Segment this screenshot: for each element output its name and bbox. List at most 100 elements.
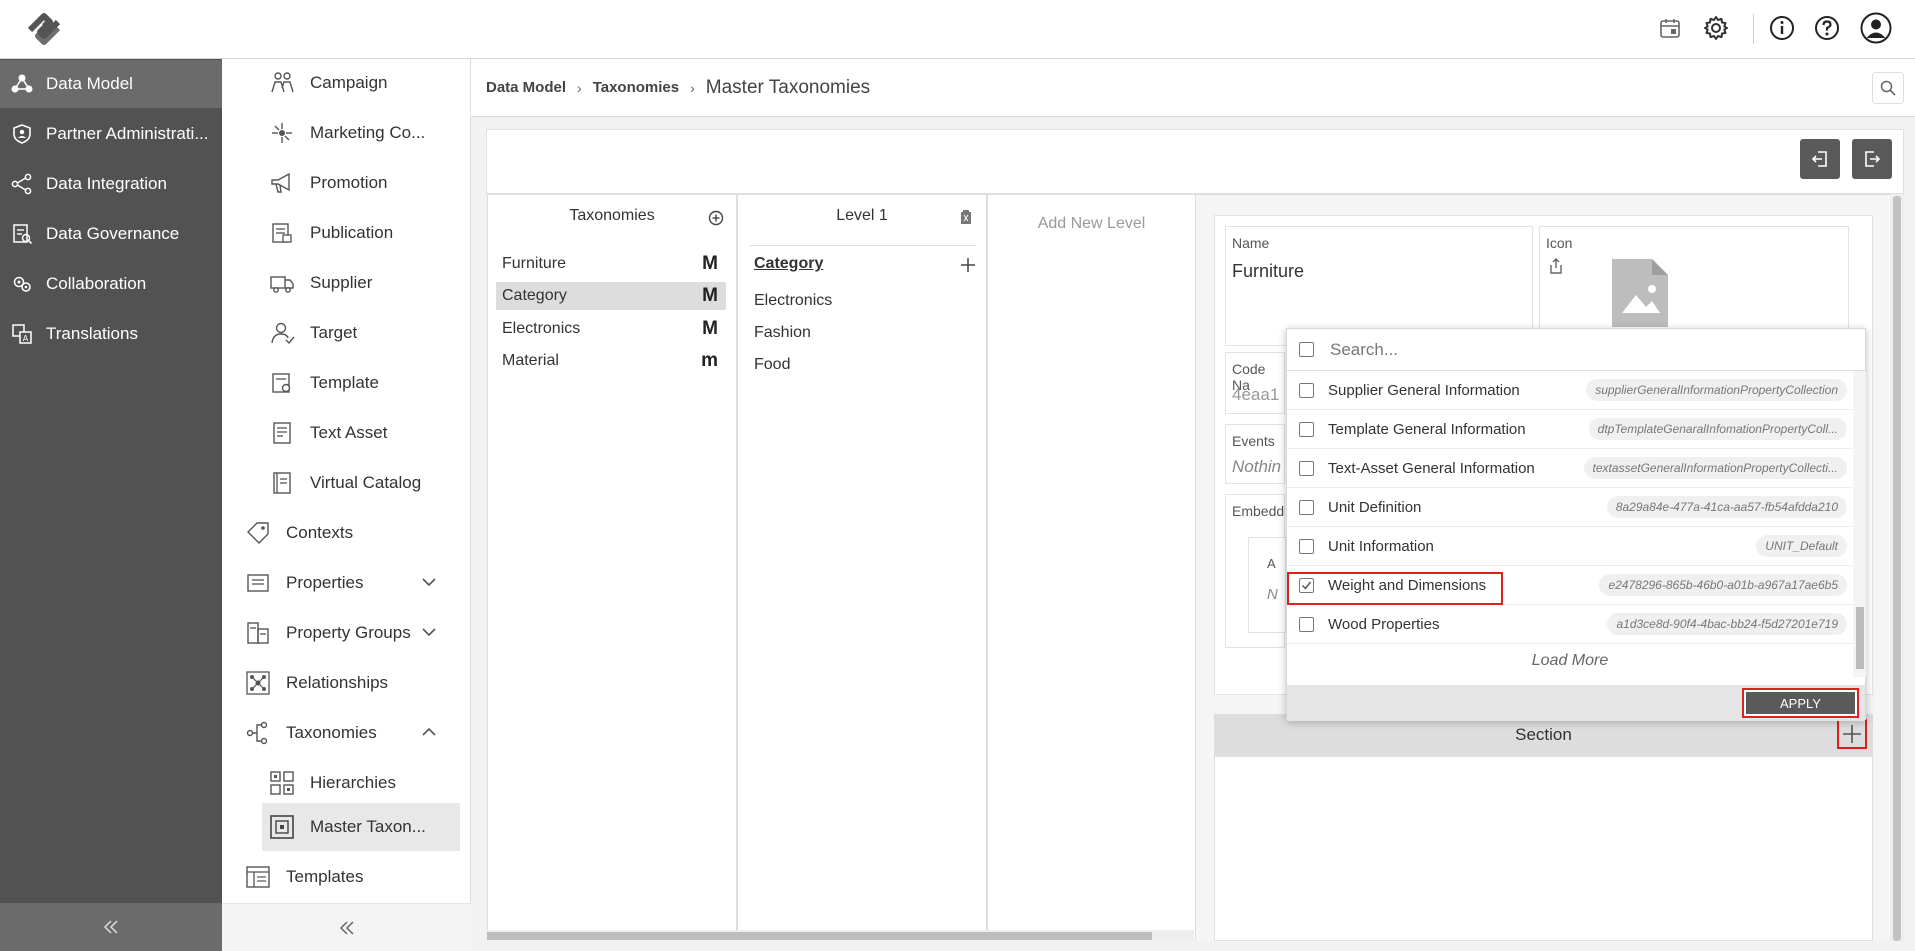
subnav-item-template[interactable]: Template	[268, 359, 379, 407]
user-avatar-icon[interactable]	[1858, 10, 1894, 46]
chevron-up-icon[interactable]	[421, 724, 437, 740]
level1-category-link[interactable]: Category	[754, 255, 823, 273]
taxonomy-item-furniture[interactable]: Furniture M	[496, 250, 726, 278]
subnav-item-campaign[interactable]: Campaign	[268, 59, 388, 107]
sidebar-item-partner-administration[interactable]: Partner Administrati...	[0, 110, 222, 158]
dropdown-search	[1287, 329, 1865, 371]
subnav-item-properties[interactable]: Properties	[244, 559, 449, 607]
plus-icon	[1842, 724, 1862, 744]
subnav-item-contexts[interactable]: Contexts	[244, 509, 353, 557]
info-icon[interactable]	[1764, 10, 1800, 46]
gear-icon[interactable]	[1698, 10, 1734, 46]
catalog-icon	[268, 469, 296, 497]
level1-item-food[interactable]: Food	[754, 356, 790, 374]
taxonomy-item-electronics[interactable]: Electronics M	[496, 315, 726, 343]
collapse-sidebar-button[interactable]	[0, 903, 222, 951]
add-taxonomy-icon[interactable]	[708, 210, 724, 226]
option-checkbox[interactable]	[1299, 616, 1314, 632]
name-value: Furniture	[1232, 261, 1305, 281]
apply-button[interactable]: APPLY	[1742, 688, 1859, 718]
page-title: Master Taxonomies	[705, 76, 871, 98]
load-more-button[interactable]: Load More	[1287, 643, 1853, 679]
breadcrumb-data-model[interactable]: Data Model	[486, 79, 566, 96]
option-code: e2478296-865b-46b0-a01b-a967a17ae6b5	[1599, 574, 1847, 596]
dropdown-option-wood-properties[interactable]: Wood Properties a1d3ce8d-90f4-4bac-bb24-…	[1287, 605, 1853, 644]
events-label: Events	[1232, 433, 1275, 449]
subnav-item-property-groups[interactable]: Property Groups	[244, 609, 449, 657]
app-logo-icon[interactable]	[20, 8, 68, 50]
master-taxonomy-icon	[268, 813, 296, 841]
option-checkbox-checked[interactable]	[1299, 577, 1314, 593]
option-checkbox[interactable]	[1299, 382, 1314, 398]
breadcrumb-separator: ›	[577, 79, 582, 96]
scrollbar-thumb[interactable]	[1893, 196, 1901, 941]
subnav-item-marketing[interactable]: Marketing Co...	[268, 109, 425, 157]
hierarchies-icon	[268, 769, 296, 797]
option-checkbox[interactable]	[1299, 538, 1314, 554]
sidebar-item-data-integration[interactable]: Data Integration	[0, 160, 222, 208]
subnav-item-templates[interactable]: Templates	[244, 853, 363, 901]
option-name: Wood Properties	[1328, 615, 1440, 633]
dropdown-option-text-asset-general[interactable]: Text-Asset General Information textasset…	[1287, 449, 1853, 488]
search-button[interactable]	[1872, 72, 1904, 104]
dropdown-option-unit-information[interactable]: Unit Information UNIT_Default	[1287, 527, 1853, 566]
import-button[interactable]	[1800, 139, 1840, 179]
dropdown-option-unit-definition[interactable]: Unit Definition 8a29a84e-477a-41ca-aa57-…	[1287, 488, 1853, 527]
property-groups-icon	[244, 619, 272, 647]
subnav-item-supplier[interactable]: Supplier	[268, 259, 372, 307]
subnav-item-master-taxonomies[interactable]: Master Taxon...	[262, 803, 460, 851]
subnav-item-text-asset[interactable]: Text Asset	[268, 409, 387, 457]
events-field[interactable]: Events Nothin	[1225, 424, 1285, 484]
collapse-subnav-button[interactable]	[222, 903, 471, 951]
subnav-item-taxonomies[interactable]: Taxonomies	[244, 709, 449, 757]
subnav-item-hierarchies[interactable]: Hierarchies	[268, 759, 396, 807]
embedded-inner-label: A	[1267, 556, 1276, 571]
subnav-item-label: Virtual Catalog	[310, 473, 422, 492]
property-collection-dropdown: Supplier General Information supplierGen…	[1286, 328, 1866, 721]
dropdown-option-template-general[interactable]: Template General Information dtpTemplate…	[1287, 410, 1853, 449]
subnav-item-relationships[interactable]: Relationships	[244, 659, 388, 707]
subnav-item-label: Target	[310, 323, 358, 342]
scrollbar-thumb[interactable]	[487, 932, 1152, 940]
chevron-down-icon[interactable]	[421, 624, 437, 640]
image-placeholder-icon	[1610, 257, 1670, 329]
sidebar-item-collaboration[interactable]: Collaboration	[0, 260, 222, 308]
import-icon	[1810, 149, 1830, 169]
sidebar-item-data-governance[interactable]: Data Governance	[0, 210, 222, 258]
sidebar-item-translations[interactable]: A Translations	[0, 310, 222, 358]
subnav-item-target[interactable]: Target	[268, 309, 357, 357]
breadcrumb-taxonomies[interactable]: Taxonomies	[593, 79, 679, 96]
taxonomy-item-material[interactable]: Material m	[496, 347, 726, 375]
chevron-down-icon[interactable]	[421, 574, 437, 590]
vertical-scrollbar[interactable]	[1890, 194, 1904, 941]
search-input[interactable]	[1328, 338, 1808, 361]
sidebar-item-data-model[interactable]: Data Model	[0, 60, 222, 108]
taxonomy-item-category[interactable]: Category M	[496, 282, 726, 310]
option-checkbox[interactable]	[1299, 499, 1314, 515]
calendar-icon[interactable]	[1652, 10, 1688, 46]
subnav-item-promotion[interactable]: Promotion	[268, 159, 387, 207]
subnav-item-virtual-catalog[interactable]: Virtual Catalog	[268, 459, 421, 507]
taxonomy-badge: M	[702, 285, 718, 306]
add-category-icon[interactable]	[960, 257, 976, 273]
dropdown-option-weight-and-dimensions[interactable]: Weight and Dimensions e2478296-865b-46b0…	[1287, 566, 1853, 605]
export-button[interactable]	[1852, 139, 1892, 179]
sidebar-item-label: Data Governance	[46, 224, 180, 243]
translations-icon: A	[10, 322, 34, 346]
option-checkbox[interactable]	[1299, 460, 1314, 476]
select-all-checkbox[interactable]	[1299, 342, 1314, 357]
code-name-field[interactable]: Code Na 4eaa1	[1225, 352, 1285, 414]
scrollbar-thumb[interactable]	[1856, 607, 1864, 669]
level1-item-fashion[interactable]: Fashion	[754, 324, 811, 342]
help-icon[interactable]	[1809, 10, 1845, 46]
level1-item-electronics[interactable]: Electronics	[754, 292, 832, 310]
option-checkbox[interactable]	[1299, 421, 1314, 437]
dropdown-scrollbar[interactable]	[1853, 371, 1866, 677]
add-section-button[interactable]	[1837, 719, 1867, 749]
trash-icon[interactable]	[960, 210, 972, 224]
horizontal-scrollbar[interactable]	[487, 930, 1194, 941]
add-new-level-button[interactable]: Add New Level	[988, 215, 1195, 233]
subnav-item-publication[interactable]: Publication	[268, 209, 393, 257]
dropdown-option-supplier-general[interactable]: Supplier General Information supplierGen…	[1287, 371, 1853, 410]
upload-icon[interactable]	[1548, 257, 1564, 275]
